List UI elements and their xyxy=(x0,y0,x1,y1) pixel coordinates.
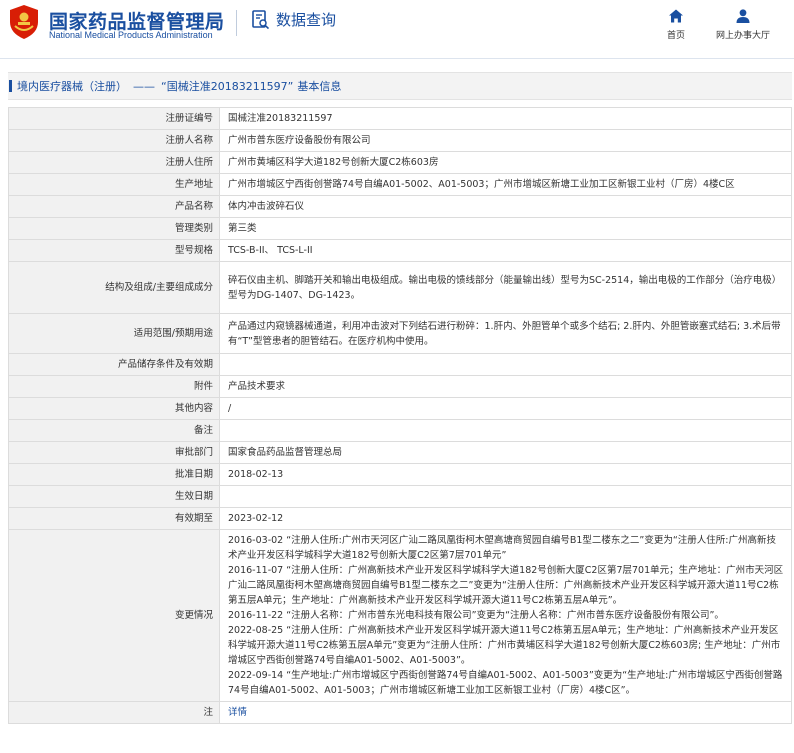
row-value xyxy=(219,485,792,508)
table-row: 注 详情 xyxy=(8,701,792,724)
row-value: 产品通过内窥镜器械通道，利用冲击波对下列结石进行粉碎：1.肝内、外胆管单个或多个… xyxy=(219,313,792,354)
table-row: 有效期至 2023-02-12 xyxy=(8,507,792,530)
site-header: 国家药品监督管理局 National Medical Products Admi… xyxy=(0,0,794,60)
row-value: 第三类 xyxy=(219,217,792,240)
row-label: 适用范围/预期用途 xyxy=(8,313,220,354)
breadcrumb-separator: —— xyxy=(133,79,155,93)
row-value: 广州市普东医疗设备股份有限公司 xyxy=(219,129,792,152)
header-divider xyxy=(236,10,237,36)
row-label: 生效日期 xyxy=(8,485,220,508)
row-label: 附件 xyxy=(8,375,220,398)
breadcrumb-suffix: 基本信息 xyxy=(297,80,342,93)
note-value: 详情 xyxy=(219,701,792,724)
row-label: 管理类别 xyxy=(8,217,220,240)
row-label: 生产地址 xyxy=(8,173,220,196)
details-link[interactable]: 详情 xyxy=(228,707,247,718)
row-label: 结构及组成/主要组成成分 xyxy=(8,261,220,314)
table-row: 型号规格 TCS-B-II、 TCS-L-II xyxy=(8,239,792,262)
table-row: 审批部门 国家食品药品监督管理总局 xyxy=(8,441,792,464)
table-row: 其他内容 / xyxy=(8,397,792,420)
row-value: 体内冲击波碎石仪 xyxy=(219,195,792,218)
table-row: 产品名称 体内冲击波碎石仪 xyxy=(8,195,792,218)
row-value: 广州市增城区宁西街创誉路74号自编A01-5002、A01-5003；广州市增城… xyxy=(219,173,792,196)
header-underline xyxy=(0,58,794,59)
row-label: 备注 xyxy=(8,419,220,442)
nav-online-hall-label: 网上办事大厅 xyxy=(715,31,770,41)
change-entry: 2016-11-22 “注册人名称：广州市普东光电科技有限公司”变更为“注册人名… xyxy=(228,610,724,621)
home-icon xyxy=(669,9,683,23)
row-label: 审批部门 xyxy=(8,441,220,464)
table-row: 产品储存条件及有效期 xyxy=(8,353,792,376)
table-row: 生产地址 广州市增城区宁西街创誉路74号自编A01-5002、A01-5003；… xyxy=(8,173,792,196)
table-row: 生效日期 xyxy=(8,485,792,508)
row-label: 注册证编号 xyxy=(8,107,220,130)
user-icon xyxy=(736,9,750,23)
change-entry: 2022-08-25 “注册人住所：广州高新技术产业开发区科学城开源大道11号C… xyxy=(228,625,781,666)
table-row: 注册人名称 广州市普东医疗设备股份有限公司 xyxy=(8,129,792,152)
row-label: 注册人名称 xyxy=(8,129,220,152)
table-row: 附件 产品技术要求 xyxy=(8,375,792,398)
document-search-icon xyxy=(252,9,270,29)
change-entry: 2016-03-02 “注册人住所:广州市天河区广汕二路凤凰街柯木塱高塘商贸园自… xyxy=(228,535,776,561)
row-label: 其他内容 xyxy=(8,397,220,420)
row-value xyxy=(219,419,792,442)
row-value: / xyxy=(219,397,792,420)
nav-home[interactable]: 首页 xyxy=(641,8,711,41)
row-value: TCS-B-II、 TCS-L-II xyxy=(219,239,792,262)
table-row: 结构及组成/主要组成成分 碎石仪由主机、脚踏开关和输出电极组成。输出电极的馈线部… xyxy=(8,261,792,314)
table-row: 注册证编号 国械注准20183211597 xyxy=(8,107,792,130)
section-title-group: 数据查询 xyxy=(252,9,336,30)
detail-table: 注册证编号 国械注准20183211597 注册人名称 广州市普东医疗设备股份有… xyxy=(8,107,792,724)
row-label: 注册人住所 xyxy=(8,151,220,174)
row-label: 有效期至 xyxy=(8,507,220,530)
breadcrumb: 境内医疗器械（注册） —— “国械注准20183211597” 基本信息 xyxy=(8,72,792,100)
change-entry: 2022-09-14 “生产地址:广州市增城区宁西街创誉路74号自编A01-50… xyxy=(228,670,783,696)
nav-online-hall[interactable]: 网上办事大厅 xyxy=(708,8,778,41)
row-label: 批准日期 xyxy=(8,463,220,486)
table-row-changes: 变更情况 2016-03-02 “注册人住所:广州市天河区广汕二路凤凰街柯木塱高… xyxy=(8,529,792,702)
national-emblem-icon xyxy=(10,5,38,39)
row-value: 碎石仪由主机、脚踏开关和输出电极组成。输出电极的馈线部分（能量输出线）型号为SC… xyxy=(219,261,792,314)
table-row: 批准日期 2018-02-13 xyxy=(8,463,792,486)
row-value: 2018-02-13 xyxy=(219,463,792,486)
note-label: 注 xyxy=(8,701,220,724)
section-title: 数据查询 xyxy=(276,11,337,29)
row-label: 产品名称 xyxy=(8,195,220,218)
changes-label: 变更情况 xyxy=(8,529,220,702)
row-value xyxy=(219,353,792,376)
table-row: 管理类别 第三类 xyxy=(8,217,792,240)
site-subtitle: National Medical Products Administration xyxy=(49,30,213,40)
breadcrumb-category[interactable]: 境内医疗器械（注册） xyxy=(17,78,127,94)
row-label: 型号规格 xyxy=(8,239,220,262)
row-value: 国械注准20183211597 xyxy=(219,107,792,130)
changes-value: 2016-03-02 “注册人住所:广州市天河区广汕二路凤凰街柯木塱高塘商贸园自… xyxy=(219,529,792,702)
breadcrumb-marker xyxy=(9,80,12,92)
table-row: 适用范围/预期用途 产品通过内窥镜器械通道，利用冲击波对下列结石进行粉碎：1.肝… xyxy=(8,313,792,354)
nav-home-label: 首页 xyxy=(666,31,685,41)
row-value: 产品技术要求 xyxy=(219,375,792,398)
row-value: 2023-02-12 xyxy=(219,507,792,530)
change-entry: 2016-11-07 “注册人住所：广州高新技术产业开发区科学城科学大道182号… xyxy=(228,565,784,606)
breadcrumb-record: “国械注准20183211597” xyxy=(161,80,294,93)
table-row: 备注 xyxy=(8,419,792,442)
table-row: 注册人住所 广州市黄埔区科学大道182号创新大厦C2栋603房 xyxy=(8,151,792,174)
row-label: 产品储存条件及有效期 xyxy=(8,353,220,376)
row-value: 广州市黄埔区科学大道182号创新大厦C2栋603房 xyxy=(219,151,792,174)
row-value: 国家食品药品监督管理总局 xyxy=(219,441,792,464)
